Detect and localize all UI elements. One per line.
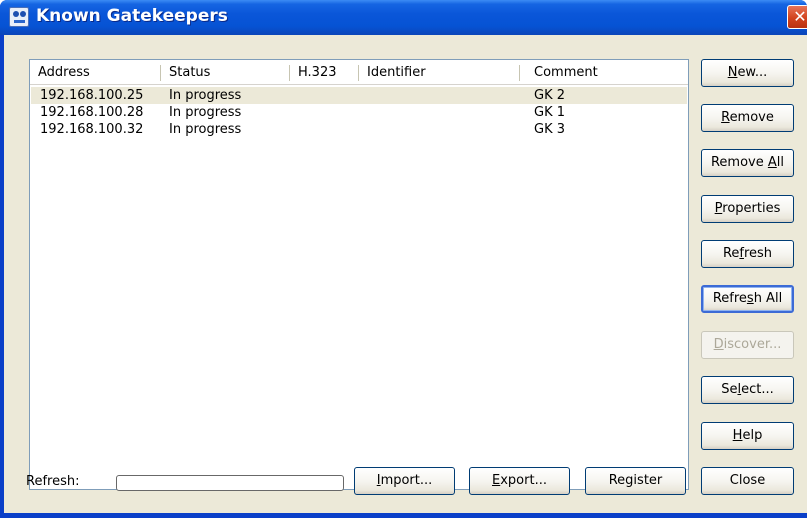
close-button[interactable]: Close xyxy=(701,467,794,495)
button-label: Discover... xyxy=(713,337,782,352)
button-label: Import... xyxy=(376,473,433,488)
discover-button[interactable]: Discover... xyxy=(701,331,794,359)
import-button[interactable]: Import... xyxy=(354,467,455,495)
dialog-body: Address Status H.323 Identifier Comment … xyxy=(4,35,807,518)
table-row[interactable]: 192.168.100.32 In progress GK 3 xyxy=(31,121,687,138)
table-row[interactable]: 192.168.100.28 In progress GK 1 xyxy=(31,104,687,121)
new-button[interactable]: New... xyxy=(701,59,794,87)
refresh-label: Refresh: xyxy=(26,474,80,489)
cell-comment: GK 2 xyxy=(534,88,566,103)
close-icon[interactable]: ✕ xyxy=(787,5,807,29)
column-header-status[interactable]: Status xyxy=(161,60,290,85)
column-header-h323[interactable]: H.323 xyxy=(290,60,359,85)
cell-comment: GK 1 xyxy=(534,105,566,120)
column-header-identifier[interactable]: Identifier xyxy=(359,60,520,85)
cell-address: 192.168.100.25 xyxy=(40,88,144,103)
button-label: Remove xyxy=(721,110,774,125)
window-frame-bottom xyxy=(0,513,807,518)
button-label: Properties xyxy=(714,201,781,216)
window-title: Known Gatekeepers xyxy=(36,6,228,26)
refresh-all-button[interactable]: Refresh All xyxy=(701,285,794,313)
refresh-button[interactable]: Refresh xyxy=(701,240,794,268)
gatekeeper-list[interactable]: Address Status H.323 Identifier Comment … xyxy=(29,59,689,490)
cell-address: 192.168.100.28 xyxy=(40,105,144,120)
column-header-address[interactable]: Address xyxy=(30,60,161,85)
cell-status: In progress xyxy=(169,105,242,120)
remove-button[interactable]: Remove xyxy=(701,104,794,132)
button-label: New... xyxy=(727,65,768,80)
cell-address: 192.168.100.32 xyxy=(40,122,144,137)
cell-comment: GK 3 xyxy=(534,122,566,137)
table-row[interactable]: 192.168.100.25 In progress GK 2 xyxy=(31,87,687,104)
cell-status: In progress xyxy=(169,88,242,103)
button-label: Refresh All xyxy=(712,291,783,306)
button-label: Remove All xyxy=(710,155,785,170)
button-label: Register xyxy=(608,473,663,488)
button-label: Help xyxy=(732,428,763,443)
refresh-progress-bar xyxy=(116,475,344,491)
button-label: Select... xyxy=(721,382,774,397)
button-label: Export... xyxy=(492,473,547,488)
button-label: Refresh xyxy=(722,246,773,261)
gatekeeper-app-icon[interactable] xyxy=(9,7,29,27)
button-label: Close xyxy=(729,473,766,488)
export-button[interactable]: Export... xyxy=(469,467,570,495)
known-gatekeepers-window: Known Gatekeepers ✕ Address Status H.323… xyxy=(0,0,807,518)
title-bar[interactable]: Known Gatekeepers ✕ xyxy=(0,0,807,35)
register-button[interactable]: Register xyxy=(585,467,686,495)
select-button[interactable]: Select... xyxy=(701,376,794,404)
properties-button[interactable]: Properties xyxy=(701,195,794,223)
cell-status: In progress xyxy=(169,122,242,137)
list-header: Address Status H.323 Identifier Comment xyxy=(30,60,688,85)
remove-all-button[interactable]: Remove All xyxy=(701,149,794,177)
help-button[interactable]: Help xyxy=(701,422,794,450)
column-header-comment[interactable]: Comment xyxy=(520,60,688,85)
